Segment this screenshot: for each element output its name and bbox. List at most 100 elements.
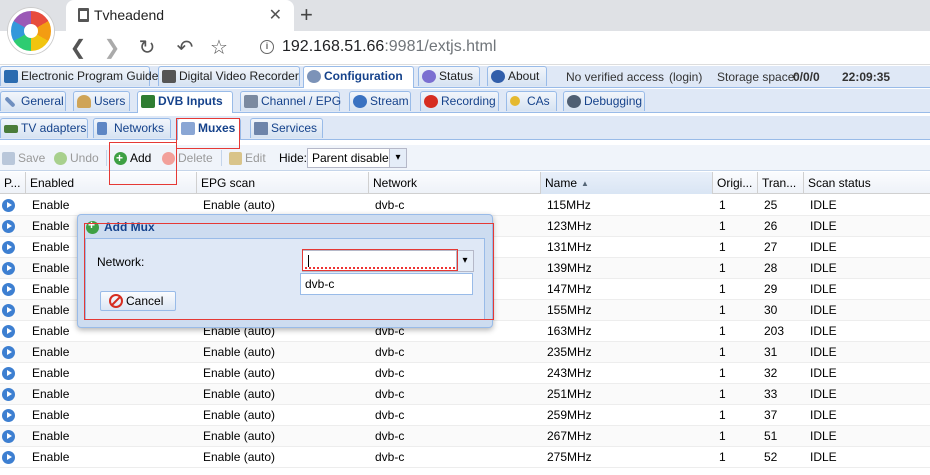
undo-button[interactable]: Undo — [52, 149, 99, 167]
play-icon[interactable] — [2, 409, 15, 422]
name-cell: 267MHz — [547, 429, 592, 443]
add-icon — [114, 149, 127, 167]
rec-icon — [424, 95, 438, 108]
tab-tv-adapters[interactable]: TV adapters — [0, 118, 88, 138]
tab-muxes[interactable]: Muxes — [177, 118, 241, 140]
network-cell: dvb-c — [375, 198, 405, 212]
table-row[interactable]: Enable Enable (auto) dvb-c 243MHz 1 32 IDLE — [0, 363, 930, 384]
play-icon[interactable] — [2, 367, 15, 380]
transport-cell: 32 — [764, 366, 778, 380]
delete-button[interactable]: Delete — [160, 149, 213, 167]
undo-close-icon[interactable]: ↶ — [173, 35, 197, 60]
close-tab-icon[interactable]: ✕ — [269, 5, 282, 25]
enabled-cell: Enable — [32, 345, 70, 359]
network-input[interactable] — [305, 253, 455, 269]
tab-stream[interactable]: Stream — [349, 91, 411, 111]
add-button[interactable]: Add — [112, 149, 151, 167]
table-row[interactable]: Enable Enable (auto) dvb-c 235MHz 1 31 IDLE — [0, 342, 930, 363]
main-tab-bar: Electronic Program Guide Digital Video R… — [0, 66, 930, 88]
tab-services[interactable]: Services — [250, 118, 323, 138]
play-icon[interactable] — [2, 346, 15, 359]
tab-configuration[interactable]: Configuration — [303, 66, 414, 88]
hide-select[interactable]: Parent disabled ▾ — [307, 148, 407, 168]
tab-dvb-inputs[interactable]: DVB Inputs — [137, 91, 233, 113]
table-row[interactable]: Enable Enable (auto) dvb-c 115MHz 1 25 IDLE — [0, 195, 930, 216]
play-icon[interactable] — [2, 241, 15, 254]
tab-channel-epg[interactable]: Channel / EPG — [240, 91, 341, 111]
play-icon[interactable] — [2, 199, 15, 212]
bookmark-star-icon[interactable]: ☆ — [207, 35, 231, 60]
column-header-name[interactable]: Name — [541, 172, 713, 194]
dialog-title: Add Mux — [104, 220, 155, 234]
table-row[interactable]: Enable Enable (auto) dvb-c 251MHz 1 33 IDLE — [0, 384, 930, 405]
network-combobox[interactable]: ▾ — [302, 250, 474, 272]
scan-status-cell: IDLE — [810, 282, 837, 296]
tab-users[interactable]: Users — [73, 91, 130, 111]
original-cell: 1 — [719, 261, 726, 275]
tab-dvr[interactable]: Digital Video Recorder — [158, 66, 300, 86]
original-cell: 1 — [719, 429, 726, 443]
tab-label: Networks — [114, 121, 165, 135]
address-bar[interactable]: i 192.168.51.66:9981/extjs.html — [254, 35, 930, 61]
original-cell: 1 — [719, 366, 726, 380]
scan-status-cell: IDLE — [810, 219, 837, 233]
scan-status-cell: IDLE — [810, 324, 837, 338]
enabled-cell: Enable — [32, 198, 70, 212]
tab-debugging[interactable]: Debugging — [563, 91, 645, 111]
new-tab-button[interactable]: + — [300, 2, 313, 28]
edit-button[interactable]: Edit — [227, 149, 266, 167]
site-info-icon[interactable]: i — [260, 40, 274, 54]
tab-general[interactable]: General — [0, 91, 66, 111]
table-row[interactable]: Enable Enable (auto) dvb-c 267MHz 1 51 IDLE — [0, 426, 930, 447]
column-header-scan-status[interactable]: Scan status — [804, 172, 930, 194]
column-header-transport[interactable]: Tran... — [758, 172, 804, 194]
add-label: Add — [130, 151, 152, 165]
browser-tab[interactable]: Tvheadend ✕ — [66, 0, 294, 31]
back-icon[interactable]: ❮ — [66, 35, 90, 60]
cancel-icon — [109, 294, 123, 308]
reload-icon[interactable]: ↻ — [135, 35, 159, 60]
save-button[interactable]: Save — [0, 149, 45, 167]
original-cell: 1 — [719, 450, 726, 464]
transport-cell: 27 — [764, 240, 778, 254]
epg-scan-cell: Enable (auto) — [203, 429, 276, 443]
column-header-play[interactable]: P... — [0, 172, 26, 194]
tab-label: Debugging — [584, 94, 643, 108]
play-icon[interactable] — [2, 451, 15, 464]
tab-epg[interactable]: Electronic Program Guide — [0, 66, 158, 86]
column-header-enabled[interactable]: Enabled — [26, 172, 197, 194]
chevron-down-icon[interactable]: ▾ — [456, 251, 473, 271]
transport-cell: 25 — [764, 198, 778, 212]
tab-networks[interactable]: Networks — [93, 118, 171, 138]
scan-status-cell: IDLE — [810, 240, 837, 254]
login-link[interactable]: (login) — [669, 70, 702, 84]
column-header-epg-scan[interactable]: EPG scan — [197, 172, 369, 194]
tab-title: Tvheadend — [94, 7, 165, 23]
toolbar-separator — [221, 150, 222, 166]
table-row[interactable]: Enable Enable (auto) dvb-c 275MHz 1 52 IDLE — [0, 447, 930, 468]
cancel-button[interactable]: Cancel — [100, 291, 176, 311]
network-option[interactable]: dvb-c — [305, 277, 334, 291]
column-header-original[interactable]: Origi... — [713, 172, 758, 194]
network-label: Network: — [97, 255, 145, 269]
name-cell: 235MHz — [547, 345, 592, 359]
tab-about[interactable]: About — [487, 66, 547, 86]
play-icon[interactable] — [2, 430, 15, 443]
original-cell: 1 — [719, 198, 726, 212]
tab-cas[interactable]: CAs — [506, 91, 557, 111]
play-icon[interactable] — [2, 262, 15, 275]
play-icon[interactable] — [2, 388, 15, 401]
forward-icon[interactable]: ❯ — [100, 35, 124, 60]
add-icon — [86, 218, 99, 234]
play-icon[interactable] — [2, 220, 15, 233]
play-icon[interactable] — [2, 283, 15, 296]
table-row[interactable]: Enable Enable (auto) dvb-c 259MHz 1 37 IDLE — [0, 405, 930, 426]
play-icon[interactable] — [2, 325, 15, 338]
original-cell: 1 — [719, 303, 726, 317]
play-icon[interactable] — [2, 304, 15, 317]
tab-status[interactable]: Status — [418, 66, 480, 86]
column-header-network[interactable]: Network — [369, 172, 541, 194]
chevron-down-icon[interactable]: ▾ — [389, 149, 406, 167]
tab-recording[interactable]: Recording — [420, 91, 499, 111]
tab-label: About — [508, 69, 540, 83]
